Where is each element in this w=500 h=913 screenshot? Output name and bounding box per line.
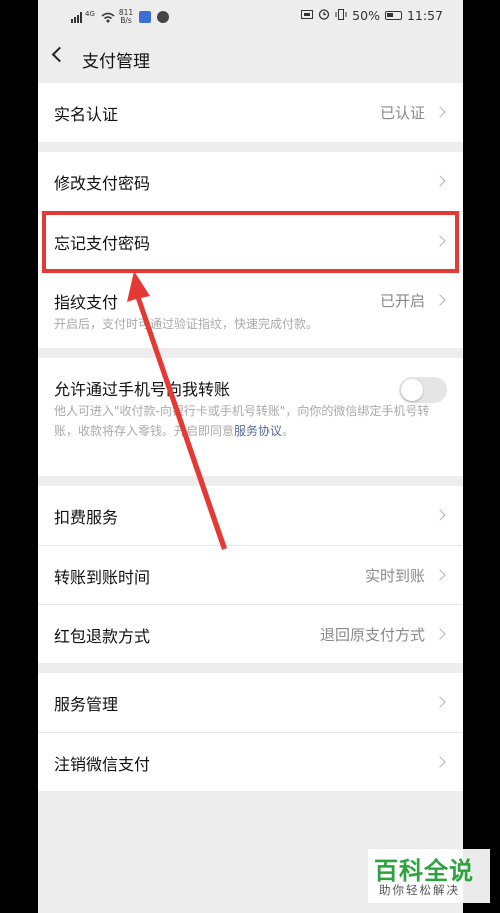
row-value: 实时到账 xyxy=(364,567,425,585)
row-change-password[interactable]: 修改支付密码 xyxy=(38,152,463,211)
group-phone-transfer: 允许通过手机号向我转账 他人可进入"收付款-向银行卡或手机号转账"，向你的微信绑… xyxy=(38,358,463,476)
row-label: 注销微信支付 xyxy=(54,755,151,774)
network-speed: 811 B/s xyxy=(119,9,133,25)
row-service-management[interactable]: 服务管理 xyxy=(38,673,463,732)
speed-unit: B/s xyxy=(120,16,132,25)
chevron-right-icon xyxy=(434,235,446,247)
status-right: 50% 11:57 xyxy=(301,8,443,23)
group-management: 服务管理 注销微信支付 xyxy=(38,673,463,791)
phone-transfer-toggle[interactable] xyxy=(399,377,447,403)
chevron-right-icon xyxy=(434,509,446,521)
row-value: 已开启 xyxy=(379,292,425,310)
chevron-right-icon xyxy=(434,106,446,118)
chevron-right-icon xyxy=(434,628,446,640)
clock: 11:57 xyxy=(406,8,443,23)
watermark-title: 百科全说 xyxy=(374,857,474,885)
row-label: 实名认证 xyxy=(54,105,119,124)
row-label: 允许通过手机号向我转账 xyxy=(54,380,231,399)
row-description: 他人可进入"收付款-向银行卡或手机号转账"，向你的微信绑定手机号转账，收款将存入… xyxy=(54,401,447,441)
description-end: 。 xyxy=(282,424,295,438)
row-red-packet-refund[interactable]: 红包退款方式 退回原支付方式 xyxy=(38,604,463,663)
row-label: 服务管理 xyxy=(54,695,119,714)
row-description: 开启后，支付时可通过验证指纹，快速完成付款。 xyxy=(54,317,319,331)
row-label: 扣费服务 xyxy=(54,508,119,527)
group-services: 扣费服务 转账到账时间 实时到账 红包退款方式 退回原支付方式 xyxy=(38,486,463,663)
status-left: 4G 811 B/s xyxy=(71,9,170,25)
row-value: 已认证 xyxy=(379,104,425,122)
cast-icon xyxy=(301,8,314,23)
battery-icon xyxy=(384,11,402,20)
group-password: 修改支付密码 忘记支付密码 指纹支付 已开启 开启后，支付时可通过验证指纹，快速… xyxy=(38,152,463,348)
alarm-icon xyxy=(318,8,330,23)
watermark-subtitle: 助你轻松解决 xyxy=(379,883,460,897)
chevron-right-icon xyxy=(434,696,446,708)
signal-icon xyxy=(71,11,83,23)
group-verification: 实名认证 已认证 xyxy=(38,83,463,142)
chevron-right-icon xyxy=(434,756,446,768)
vibrate-icon xyxy=(335,8,347,23)
app-notification-icon xyxy=(139,11,152,23)
row-label: 忘记支付密码 xyxy=(54,234,151,253)
status-bar: 4G 811 B/s 50% 11:57 xyxy=(38,0,463,33)
chevron-right-icon xyxy=(434,175,446,187)
nav-bar: 支付管理 xyxy=(38,33,463,83)
row-fingerprint[interactable]: 指纹支付 已开启 开启后，支付时可通过验证指纹，快速完成付款。 xyxy=(38,270,463,348)
row-label: 指纹支付 xyxy=(54,293,119,312)
wifi-icon xyxy=(101,12,115,23)
battery-percent: 50% xyxy=(352,8,380,23)
row-forgot-password[interactable]: 忘记支付密码 xyxy=(38,211,463,270)
row-real-name[interactable]: 实名认证 已认证 xyxy=(38,83,463,142)
network-type: 4G xyxy=(85,10,95,18)
row-label: 修改支付密码 xyxy=(54,174,151,193)
row-value: 退回原支付方式 xyxy=(319,626,425,644)
row-label: 红包退款方式 xyxy=(54,627,151,646)
phone-screen: 4G 811 B/s 50% 11:57 支付管理 实名认证 已认证 修改支付密… xyxy=(38,0,463,913)
app-notification-icon-2 xyxy=(157,11,170,23)
row-deactivate-wechat-pay[interactable]: 注销微信支付 xyxy=(38,732,463,791)
chevron-right-icon xyxy=(434,569,446,581)
row-deduction-service[interactable]: 扣费服务 xyxy=(38,486,463,545)
row-phone-transfer: 允许通过手机号向我转账 他人可进入"收付款-向银行卡或手机号转账"，向你的微信绑… xyxy=(38,358,463,476)
chevron-right-icon xyxy=(434,294,446,306)
watermark: 百科全说 助你轻松解决 xyxy=(368,849,490,903)
back-arrow-icon[interactable] xyxy=(51,46,68,63)
page-title: 支付管理 xyxy=(82,52,150,72)
row-label: 转账到账时间 xyxy=(54,568,151,587)
row-transfer-arrival-time[interactable]: 转账到账时间 实时到账 xyxy=(38,545,463,604)
service-agreement-link[interactable]: 服务协议 xyxy=(234,424,282,438)
